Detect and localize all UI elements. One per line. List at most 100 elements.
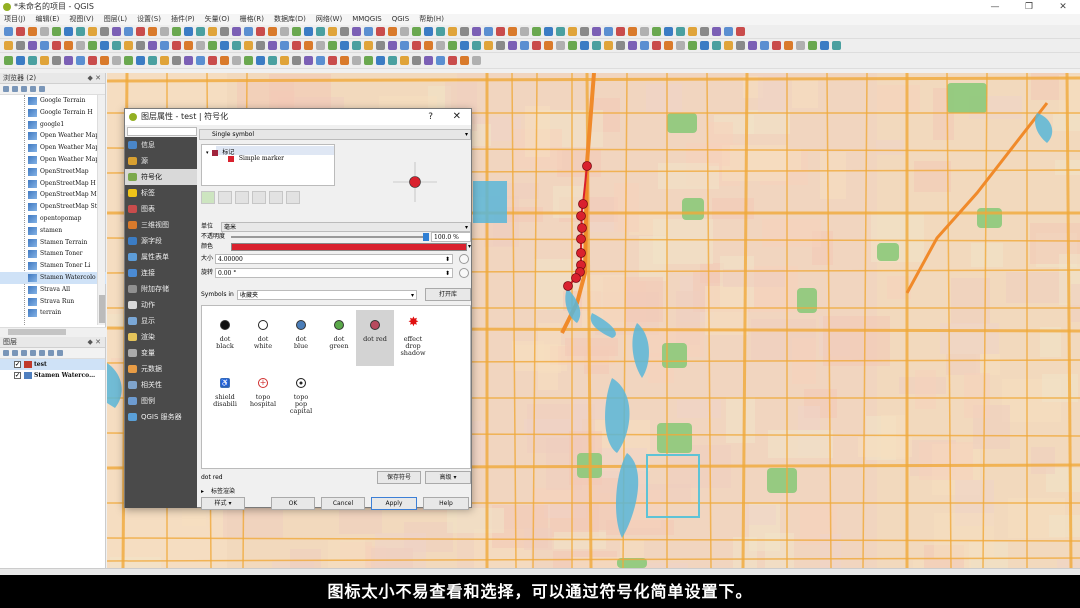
toolbar-tool-icon[interactable] xyxy=(100,27,109,36)
toolbar-tool-icon[interactable] xyxy=(52,27,61,36)
toolbar-tool-icon[interactable] xyxy=(4,41,13,50)
toolbar-tool-icon[interactable] xyxy=(412,41,421,50)
toolbar-tool-icon[interactable] xyxy=(688,41,697,50)
dialog-nav-item[interactable]: 变量 xyxy=(125,345,197,361)
symbol-gallery-item[interactable]: + topo hospital xyxy=(244,368,282,424)
advanced-button[interactable]: 高级 ▾ xyxy=(425,471,471,484)
toolbar-tool-icon[interactable] xyxy=(292,56,301,65)
toolbar-tool-icon[interactable] xyxy=(40,56,49,65)
toolbar-tool-icon[interactable] xyxy=(592,41,601,50)
toolbar-tool-icon[interactable] xyxy=(268,56,277,65)
dialog-nav-item[interactable]: 显示 xyxy=(125,313,197,329)
browser-tree-item[interactable]: OpenStreetMap xyxy=(0,166,106,178)
toolbar-tool-icon[interactable] xyxy=(148,56,157,65)
toolbar-tool-icon[interactable] xyxy=(16,27,25,36)
toolbar-tool-icon[interactable] xyxy=(208,56,217,65)
menu-item[interactable]: 网络(W) xyxy=(316,14,342,25)
move-layer-button[interactable] xyxy=(235,191,249,204)
toolbar-tool-icon[interactable] xyxy=(16,41,25,50)
remove-icon[interactable] xyxy=(57,350,63,356)
toolbar-tool-icon[interactable] xyxy=(664,27,673,36)
toolbar-tool-icon[interactable] xyxy=(328,41,337,50)
browser-tree-item[interactable]: google1 xyxy=(0,119,106,131)
toolbar-tool-icon[interactable] xyxy=(448,27,457,36)
toolbar-tool-icon[interactable] xyxy=(580,27,589,36)
toolbar-tool-icon[interactable] xyxy=(64,56,73,65)
toolbar-tool-icon[interactable] xyxy=(352,41,361,50)
browser-tree-item[interactable]: Strava Run xyxy=(0,296,106,308)
toolbar-tool-icon[interactable] xyxy=(64,27,73,36)
toolbar-tool-icon[interactable] xyxy=(280,56,289,65)
color-button[interactable] xyxy=(231,243,467,251)
toolbar-tool-icon[interactable] xyxy=(424,56,433,65)
add-layer-button[interactable] xyxy=(201,191,215,204)
dialog-nav-item[interactable]: 信息 xyxy=(125,137,197,153)
toolbar-tool-icon[interactable] xyxy=(760,41,769,50)
toolbar-tool-icon[interactable] xyxy=(400,27,409,36)
dialog-nav-item[interactable]: 源 xyxy=(125,153,197,169)
dialog-nav-item[interactable]: 符号化 xyxy=(125,169,197,185)
toolbar-tool-icon[interactable] xyxy=(112,56,121,65)
style-icon[interactable] xyxy=(3,350,9,356)
toolbar-tool-icon[interactable] xyxy=(4,27,13,36)
toolbar-tool-icon[interactable] xyxy=(748,41,757,50)
toolbar-tool-icon[interactable] xyxy=(532,41,541,50)
toolbar-tool-icon[interactable] xyxy=(460,27,469,36)
layer-rendering-row[interactable]: ▸ 标签渲染 xyxy=(201,487,471,497)
toolbar-tool-icon[interactable] xyxy=(580,41,589,50)
toolbar-tool-icon[interactable] xyxy=(208,41,217,50)
toolbar-tool-icon[interactable] xyxy=(304,27,313,36)
browser-tree-item[interactable]: Open Weather Map xyxy=(0,130,106,142)
toolbar-tool-icon[interactable] xyxy=(616,41,625,50)
menu-item[interactable]: 项目(J) xyxy=(4,14,26,25)
scroll-thumb[interactable] xyxy=(8,329,66,335)
toolbar-tool-icon[interactable] xyxy=(532,27,541,36)
properties-icon[interactable] xyxy=(30,86,36,92)
remove-layer-button[interactable] xyxy=(218,191,232,204)
route-point-marker[interactable] xyxy=(563,281,573,291)
symbol-gallery-item[interactable]: dot red xyxy=(356,310,394,366)
symbol-gallery-item[interactable]: dot white xyxy=(244,310,282,366)
toolbar-tool-icon[interactable] xyxy=(400,56,409,65)
toolbar-tool-icon[interactable] xyxy=(172,41,181,50)
toolbar-tool-icon[interactable] xyxy=(340,41,349,50)
toolbar-tool-icon[interactable] xyxy=(700,27,709,36)
browser-tree-item[interactable]: OpenStreetMap St xyxy=(0,201,106,213)
toolbar-tool-icon[interactable] xyxy=(184,41,193,50)
toolbar-tool-icon[interactable] xyxy=(796,41,805,50)
add-group-icon[interactable] xyxy=(12,350,18,356)
move-down-button[interactable] xyxy=(286,191,300,204)
toolbar-tool-icon[interactable] xyxy=(736,27,745,36)
toolbar-tool-icon[interactable] xyxy=(424,41,433,50)
toolbar-tool-icon[interactable] xyxy=(76,41,85,50)
dialog-nav-item[interactable]: 图表 xyxy=(125,201,197,217)
apply-button[interactable]: Apply xyxy=(371,497,417,510)
symbol-gallery-item[interactable]: dot green xyxy=(320,310,358,366)
toolbar-tool-icon[interactable] xyxy=(556,27,565,36)
browser-tree-item[interactable]: stamen xyxy=(0,225,106,237)
menu-item[interactable]: 帮助(H) xyxy=(419,14,444,25)
toolbar-tool-icon[interactable] xyxy=(664,41,673,50)
opacity-slider-handle[interactable] xyxy=(423,233,429,241)
refresh-icon[interactable] xyxy=(3,86,9,92)
toolbar-tool-icon[interactable] xyxy=(124,41,133,50)
collapse-icon[interactable] xyxy=(21,86,27,92)
toolbar-tool-icon[interactable] xyxy=(472,27,481,36)
toolbar-tool-icon[interactable] xyxy=(64,41,73,50)
toolbar-tool-icon[interactable] xyxy=(136,56,145,65)
layer-tree-item[interactable]: ✓ Stamen Waterco… xyxy=(0,370,105,381)
toolbar-tool-icon[interactable] xyxy=(244,56,253,65)
toolbar-tool-icon[interactable] xyxy=(568,27,577,36)
toolbar-tool-icon[interactable] xyxy=(340,27,349,36)
toolbar-tool-icon[interactable] xyxy=(136,27,145,36)
toolbar-tool-icon[interactable] xyxy=(112,41,121,50)
unit-select[interactable]: 毫米 ▾ xyxy=(221,222,471,232)
symbol-gallery-item[interactable]: dot black xyxy=(206,310,244,366)
toolbar-tool-icon[interactable] xyxy=(652,41,661,50)
toolbar-tool-icon[interactable] xyxy=(16,56,25,65)
toolbar-tool-icon[interactable] xyxy=(724,41,733,50)
dialog-nav-item[interactable]: 相关性 xyxy=(125,377,197,393)
route-point-marker[interactable] xyxy=(576,234,586,244)
nav-search-input[interactable] xyxy=(127,127,197,136)
toolbar-tool-icon[interactable] xyxy=(220,27,229,36)
